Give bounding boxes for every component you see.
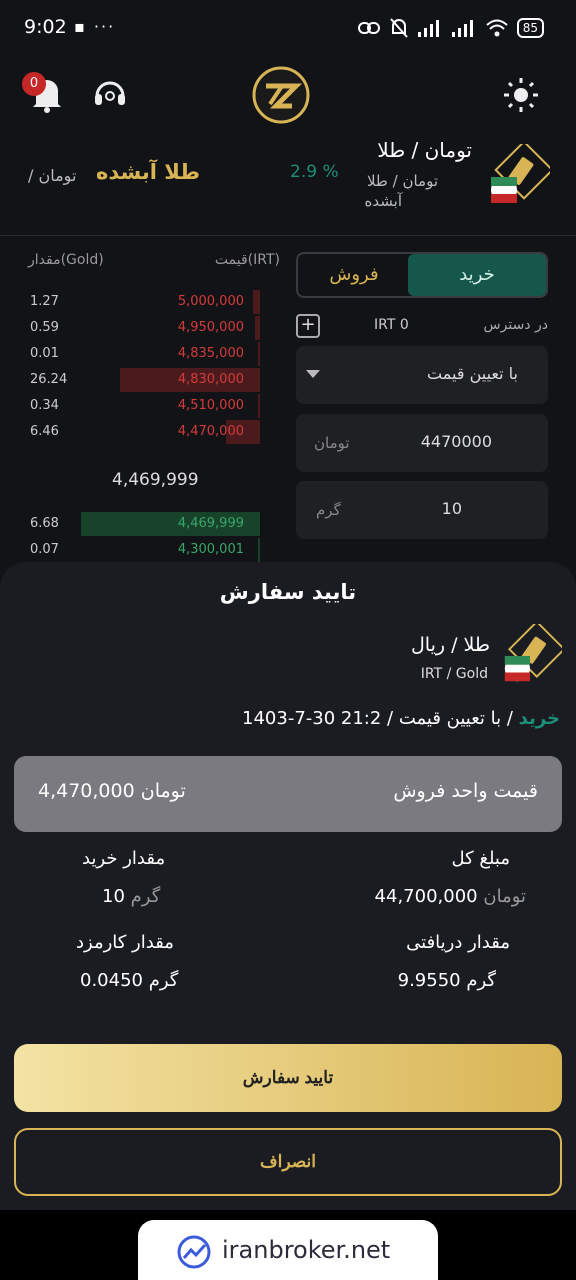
pair-unit-tag: / تومان: [28, 166, 77, 185]
ask-amount: 0.34: [30, 398, 59, 413]
buy-amount-unit: گرم: [130, 886, 161, 907]
confirm-order-button[interactable]: تایید سفارش: [14, 1044, 562, 1112]
ask-amount: 0.59: [30, 320, 59, 335]
received-value: 9.9550 گرم: [397, 970, 496, 991]
notification-badge: 0: [22, 72, 46, 96]
ask-row[interactable]: 1.27 5,000,000: [30, 290, 260, 314]
battery-indicator: 85: [516, 18, 544, 38]
bid-amount: 6.68: [30, 516, 59, 531]
link-icon: [357, 22, 380, 34]
support-headset-icon[interactable]: [92, 76, 128, 112]
orderbook-price-header: قیمت(IRT): [214, 252, 280, 268]
ask-amount: 26.24: [30, 372, 68, 387]
ask-row[interactable]: 6.46 4,470,000: [30, 420, 260, 444]
ask-price: 4,510,000: [177, 398, 244, 413]
tab-sell[interactable]: فروش: [298, 254, 410, 296]
chevron-down-icon: [306, 370, 320, 378]
available-balance: + IRT 0 در دسترس: [296, 314, 548, 338]
pair-subtitle-line1: تومان / طلا: [366, 172, 438, 190]
sheet-pair-code: IRT / Gold: [420, 666, 488, 682]
trend-logo-icon: [177, 1235, 211, 1269]
signal-icon: [417, 20, 439, 37]
ask-amount: 1.27: [30, 294, 59, 309]
pair-subtitle-line2: آبشده: [364, 192, 402, 210]
fee-label: مقدار کارمزد: [76, 932, 174, 953]
pair-gold-title[interactable]: طلا آبشده: [96, 160, 200, 184]
orderbook-amount-header: مقدار(Gold): [28, 252, 104, 268]
system-icons: 85: [357, 16, 544, 40]
total-unit: تومان: [483, 886, 526, 907]
watermark: iranbroker.net: [138, 1220, 438, 1280]
fee-value: 0.0450 گرم: [80, 970, 179, 991]
amount-input-unit: گرم: [316, 501, 341, 519]
ask-price: 4,950,000: [177, 320, 244, 335]
amount-input[interactable]: 10 گرم: [296, 481, 548, 539]
ask-price: 5,000,000: [177, 294, 244, 309]
clock: 9:02: [24, 16, 67, 38]
ask-price: 4,835,000: [177, 346, 244, 361]
status-bar: 9:02 ▪ ··· 85: [0, 0, 576, 56]
bid-price: 4,300,001: [177, 542, 244, 557]
buy-amount-number: 10: [102, 886, 125, 907]
sheet-title: تایید سفارش: [219, 580, 357, 604]
total-label: مبلغ کل: [451, 848, 510, 869]
ask-depth-bar: [258, 342, 260, 366]
order-description: خرید / با تعیین قیمت / 21:2 30-7-1403: [242, 708, 560, 729]
confirm-order-sheet: تایید سفارش طلا / ریال IRT / Gold خرید /…: [0, 562, 576, 1210]
ask-depth-bar: [253, 290, 260, 314]
bid-amount: 0.07: [30, 542, 59, 557]
available-value: IRT 0: [374, 317, 409, 333]
price-input-value: 4470000: [420, 432, 492, 451]
theme-sun-icon[interactable]: [502, 76, 540, 114]
ask-row[interactable]: 0.59 4,950,000: [30, 316, 260, 340]
total-amount: 44,700,000: [374, 886, 478, 907]
ask-price: 4,830,000: [177, 372, 244, 387]
ask-row[interactable]: 0.01 4,835,000: [30, 342, 260, 366]
sheet-pair-name: طلا / ریال: [411, 634, 490, 656]
app-bar: 0: [0, 60, 576, 132]
unit-price-box: قیمت واحد فروش 4,470,000 تومان: [14, 756, 562, 832]
total-value: 44,700,000 تومان: [375, 886, 526, 907]
unit-price-label: قیمت واحد فروش: [393, 780, 538, 802]
deposit-plus-button[interactable]: +: [296, 314, 320, 338]
watermark-text: iranbroker.net: [222, 1236, 391, 1264]
order-type-select[interactable]: با تعیین قیمت: [296, 346, 548, 404]
amount-input-value: 10: [441, 499, 462, 518]
gold-bar-flag-icon: [491, 144, 550, 203]
ask-price: 4,470,000: [177, 424, 244, 439]
bid-row[interactable]: 6.68 4,469,999: [30, 512, 260, 536]
ask-row[interactable]: 0.34 4,510,000: [30, 394, 260, 418]
gold-bar-flag-icon: [504, 624, 562, 682]
buy-amount-value: 10 گرم: [102, 886, 160, 907]
price-input[interactable]: 4470000 تومان: [296, 414, 548, 472]
price-input-unit: تومان: [314, 434, 350, 452]
order-type-value: با تعیین قیمت: [427, 364, 518, 383]
wifi-icon: [486, 19, 508, 37]
unit-price-value: 4,470,000 تومان: [38, 780, 186, 802]
pair-title[interactable]: تومان / طلا: [377, 138, 472, 162]
orderbook-mid-price: 4,469,999: [112, 470, 199, 490]
bid-row[interactable]: 0.07 4,300,001: [30, 538, 260, 562]
order-side: خرید: [518, 708, 560, 729]
order-meta: / با تعیین قیمت / 21:2 30-7-1403: [242, 708, 519, 729]
signal-icon-2: [451, 20, 473, 37]
bid-price: 4,469,999: [177, 516, 244, 531]
ask-amount: 0.01: [30, 346, 59, 361]
buy-sell-toggle: خرید فروش: [296, 252, 548, 298]
available-label: در دسترس: [483, 317, 548, 333]
ask-depth-bar: [255, 316, 260, 340]
pair-header: / تومان طلا آبشده 2.9 % تومان / طلا توما…: [0, 132, 576, 236]
brand-logo: [252, 66, 310, 124]
ask-row[interactable]: 26.24 4,830,000: [30, 368, 260, 392]
buy-amount-label: مقدار خرید: [82, 848, 166, 869]
bid-depth-bar: [257, 538, 260, 562]
cancel-button[interactable]: انصراف: [14, 1128, 562, 1196]
received-label: مقدار دریافتی: [406, 932, 510, 953]
ask-depth-bar: [257, 394, 260, 418]
tab-buy[interactable]: خرید: [408, 254, 546, 296]
notification-icons: ▪ ···: [74, 17, 116, 36]
mute-bell-icon: [389, 18, 408, 38]
ask-amount: 6.46: [30, 424, 59, 439]
